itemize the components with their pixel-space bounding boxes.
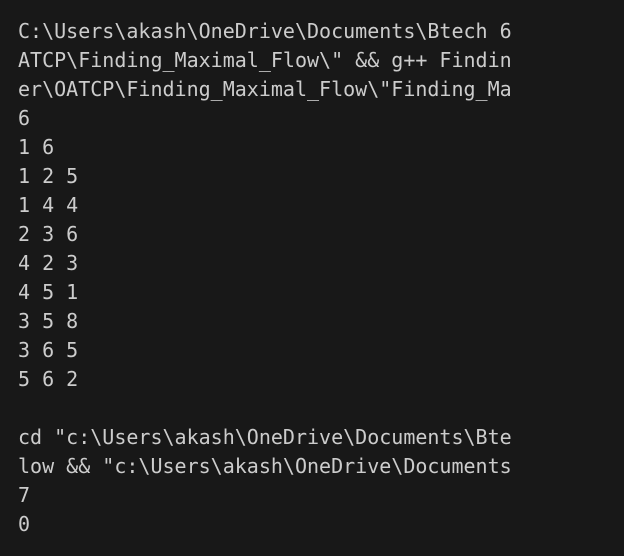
terminal-line-command-4: cd "c:\Users\akash\OneDrive\Documents\Bt… bbox=[18, 425, 512, 449]
terminal-line-input-edge: 3 5 8 bbox=[18, 309, 79, 333]
terminal-output[interactable]: C:\Users\akash\OneDrive\Documents\Btech … bbox=[0, 0, 624, 556]
terminal-line-command-3: er\OATCP\Finding_Maximal_Flow\"Finding_M… bbox=[18, 77, 512, 101]
terminal-line-input-edge: 1 2 5 bbox=[18, 164, 79, 188]
terminal-line-input-edge: 4 2 3 bbox=[18, 251, 79, 275]
terminal-line-output: 0 bbox=[18, 512, 31, 536]
terminal-line-input-node-count: 6 bbox=[18, 106, 31, 130]
terminal-line-input-edge: 3 6 5 bbox=[18, 338, 79, 362]
terminal-line-input-edge: 1 4 4 bbox=[18, 193, 79, 217]
terminal-line-command-5: low && "c:\Users\akash\OneDrive\Document… bbox=[18, 454, 512, 478]
terminal-line-command-1: C:\Users\akash\OneDrive\Documents\Btech … bbox=[18, 19, 512, 43]
terminal-line-input-source-sink: 1 6 bbox=[18, 135, 55, 159]
terminal-line-output-max-flow: 7 bbox=[18, 483, 31, 507]
terminal-line-input-edge: 5 6 2 bbox=[18, 367, 79, 391]
terminal-line-input-edge: 4 5 1 bbox=[18, 280, 79, 304]
terminal-line-input-edge: 2 3 6 bbox=[18, 222, 79, 246]
terminal-line-command-2: ATCP\Finding_Maximal_Flow\" && g++ Findi… bbox=[18, 48, 512, 72]
